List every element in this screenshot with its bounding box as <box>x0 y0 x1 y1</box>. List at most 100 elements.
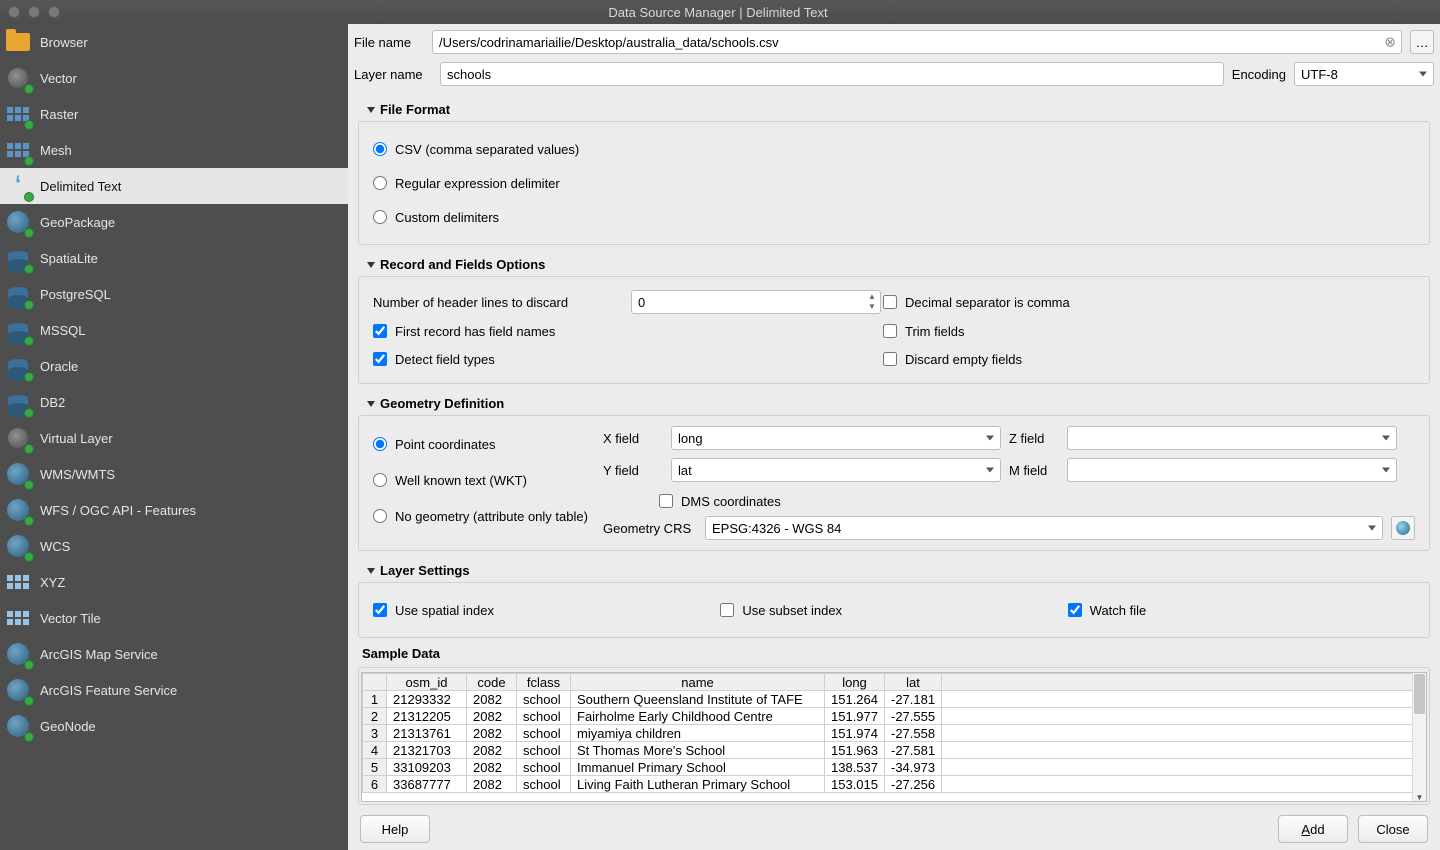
csv-radio[interactable] <box>373 142 387 156</box>
sidebar-item-arcgis-map-service[interactable]: ArcGIS Map Service <box>0 636 348 672</box>
record-fields-title: Record and Fields Options <box>380 257 545 272</box>
sidebar-item-label: ArcGIS Map Service <box>40 647 158 662</box>
x-field-select[interactable]: long <box>671 426 1001 450</box>
scroll-down-icon[interactable]: ▼ <box>1413 793 1426 802</box>
col-header-osm_id[interactable]: osm_id <box>387 674 467 691</box>
spinner-down-icon[interactable]: ▼ <box>865 302 879 312</box>
sidebar-item-xyz[interactable]: XYZ <box>0 564 348 600</box>
table-row[interactable]: 2213122052082schoolFairholme Early Child… <box>363 708 1413 725</box>
sidebar-item-browser[interactable]: Browser <box>0 24 348 60</box>
sidebar-item-mssql[interactable]: MSSQL <box>0 312 348 348</box>
sidebar-item-label: Virtual Layer <box>40 431 113 446</box>
sidebar-item-spatialite[interactable]: SpatiaLite <box>0 240 348 276</box>
table-cell: 2082 <box>467 708 517 725</box>
help-button[interactable]: Help <box>360 815 430 843</box>
traffic-lights <box>8 6 60 18</box>
col-header-fclass[interactable]: fclass <box>517 674 571 691</box>
table-row[interactable]: 5331092032082schoolImmanuel Primary Scho… <box>363 759 1413 776</box>
sidebar-item-geonode[interactable]: GeoNode <box>0 708 348 744</box>
sidebar-item-mesh[interactable]: Mesh <box>0 132 348 168</box>
minimize-window-icon[interactable] <box>28 6 40 18</box>
layer-name-input[interactable] <box>440 62 1224 86</box>
header-lines-input[interactable] <box>631 290 881 314</box>
wkt-radio[interactable] <box>373 473 387 487</box>
first-record-names-check[interactable] <box>373 324 387 338</box>
browse-file-button[interactable]: … <box>1410 30 1434 54</box>
regex-radio[interactable] <box>373 176 387 190</box>
sidebar-item-label: Oracle <box>40 359 78 374</box>
table-cell: 2082 <box>467 725 517 742</box>
geometry-crs-select[interactable]: EPSG:4326 - WGS 84 <box>705 516 1383 540</box>
sidebar-item-raster[interactable]: Raster <box>0 96 348 132</box>
sidebar-item-wms-wmts[interactable]: WMS/WMTS <box>0 456 348 492</box>
zoom-window-icon[interactable] <box>48 6 60 18</box>
sidebar-item-label: SpatiaLite <box>40 251 98 266</box>
watch-file-check[interactable] <box>1068 603 1082 617</box>
window-title: Data Source Manager | Delimited Text <box>60 5 1376 20</box>
discard-empty-check[interactable] <box>883 352 897 366</box>
sidebar-item-wfs-ogc-api-features[interactable]: WFS / OGC API - Features <box>0 492 348 528</box>
record-fields-header[interactable]: Record and Fields Options <box>354 253 1434 276</box>
sidebar-item-delimited-text[interactable]: ,Delimited Text <box>0 168 348 204</box>
trim-fields-check[interactable] <box>883 324 897 338</box>
encoding-label: Encoding <box>1232 67 1286 82</box>
encoding-select[interactable]: UTF-8 <box>1294 62 1434 86</box>
sidebar-item-vector-tile[interactable]: Vector Tile <box>0 600 348 636</box>
sidebar-item-wcs[interactable]: WCS <box>0 528 348 564</box>
point-coords-radio[interactable] <box>373 437 387 451</box>
table-row[interactable]: 4213217032082schoolSt Thomas More's Scho… <box>363 742 1413 759</box>
spatial-index-label: Use spatial index <box>395 603 494 618</box>
spinner-up-icon[interactable]: ▲ <box>865 292 879 302</box>
col-header-long[interactable]: long <box>825 674 885 691</box>
subset-index-check[interactable] <box>720 603 734 617</box>
table-row[interactable]: 3213137612082schoolmiyamiya children151.… <box>363 725 1413 742</box>
detect-types-check[interactable] <box>373 352 387 366</box>
decimal-comma-check[interactable] <box>883 295 897 309</box>
col-header-name[interactable]: name <box>571 674 825 691</box>
disclosure-triangle-icon <box>367 107 375 113</box>
sidebar-item-postgresql[interactable]: PostgreSQL <box>0 276 348 312</box>
file-format-header[interactable]: File Format <box>354 98 1434 121</box>
file-name-input[interactable] <box>432 30 1402 54</box>
table-cell: -27.555 <box>885 708 942 725</box>
sidebar-item-db2[interactable]: DB2 <box>0 384 348 420</box>
scroll-thumb[interactable] <box>1414 674 1425 714</box>
table-cell: -27.181 <box>885 691 942 708</box>
sidebar-item-oracle[interactable]: Oracle <box>0 348 348 384</box>
x-field-label: X field <box>603 431 663 446</box>
table-row[interactable]: 1212933322082schoolSouthern Queensland I… <box>363 691 1413 708</box>
custom-radio[interactable] <box>373 210 387 224</box>
no-geom-radio[interactable] <box>373 509 387 523</box>
dms-coords-check[interactable] <box>659 494 673 508</box>
csv-radio-label: CSV (comma separated values) <box>395 142 579 157</box>
postgresql-icon <box>4 280 32 308</box>
close-window-icon[interactable] <box>8 6 20 18</box>
col-header-code[interactable]: code <box>467 674 517 691</box>
table-cell: 151.264 <box>825 691 885 708</box>
record-fields-body: Number of header lines to discard ▲▼ Fir… <box>358 276 1430 384</box>
geometry-header[interactable]: Geometry Definition <box>354 392 1434 415</box>
sidebar-item-vector[interactable]: Vector <box>0 60 348 96</box>
table-vertical-scrollbar[interactable]: ▲ ▼ <box>1412 673 1426 801</box>
z-field-select[interactable] <box>1067 426 1397 450</box>
layer-settings-header[interactable]: Layer Settings <box>354 559 1434 582</box>
table-cell: Living Faith Lutheran Primary School <box>571 776 825 793</box>
row-number: 5 <box>363 759 387 776</box>
table-row[interactable]: 6336877772082schoolLiving Faith Lutheran… <box>363 776 1413 793</box>
table-cell: school <box>517 776 571 793</box>
col-header-lat[interactable]: lat <box>885 674 942 691</box>
spatial-index-check[interactable] <box>373 603 387 617</box>
sidebar-item-geopackage[interactable]: GeoPackage <box>0 204 348 240</box>
close-button[interactable]: Close <box>1358 815 1428 843</box>
table-cell: 151.963 <box>825 742 885 759</box>
add-button[interactable]: Add <box>1278 815 1348 843</box>
crs-picker-button[interactable] <box>1391 516 1415 540</box>
y-field-select[interactable]: lat <box>671 458 1001 482</box>
row-number: 2 <box>363 708 387 725</box>
sidebar-item-arcgis-feature-service[interactable]: ArcGIS Feature Service <box>0 672 348 708</box>
m-field-select[interactable] <box>1067 458 1397 482</box>
table-cell: 33109203 <box>387 759 467 776</box>
clear-file-name-icon[interactable]: ⊗ <box>1384 34 1396 51</box>
sidebar-item-virtual-layer[interactable]: Virtual Layer <box>0 420 348 456</box>
table-cell: -27.256 <box>885 776 942 793</box>
